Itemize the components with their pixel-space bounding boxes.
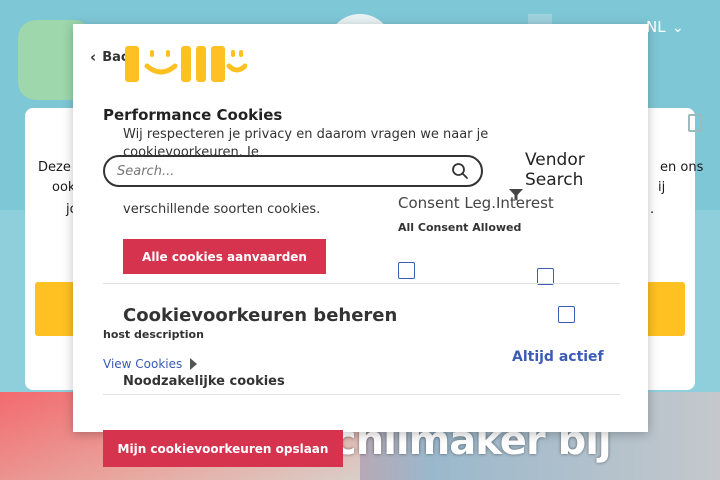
chevron-left-icon: ‹ [90,48,97,66]
search-input[interactable] [117,163,451,179]
host-description: host description [103,328,204,341]
brand-logo [125,46,247,82]
accept-all-button[interactable]: Alle cookies aanvaarden [123,239,326,274]
save-preferences-button[interactable]: Mijn cookievoorkeuren opslaan [103,430,343,467]
caret-right-icon [190,358,198,370]
document-icon [688,114,702,132]
card-text: . [650,202,655,217]
card-text: en ons [660,160,704,175]
cookie-preferences-modal: ‹ Back Performance Cookies Wij respecter… [73,24,648,432]
manage-preferences-title: Cookievoorkeuren beheren [123,305,398,326]
language-selector: NL [646,18,666,36]
card-text: ook [52,180,76,195]
necessary-cookies-title[interactable]: Noodzakelijke cookies [123,374,285,389]
view-cookies-link[interactable]: View Cookies [103,357,198,371]
cta-banner-right [646,282,685,336]
divider [103,394,620,395]
vendor-search-box[interactable] [103,155,483,187]
always-active-label: Altijd actief [512,349,604,365]
consent-checkbox[interactable] [398,262,415,279]
consent-header: Consent Leg.Interest [398,194,554,212]
search-icon[interactable] [451,162,469,180]
all-consent-label: All Consent Allowed [398,221,522,234]
intro-text-end: verschillende soorten cookies. [123,202,321,217]
cta-banner-left [35,282,75,336]
view-cookies-label: View Cookies [103,357,183,371]
vendor-search-label: Vendor Search [525,150,585,190]
divider [103,283,620,284]
performance-cookies-title: Performance Cookies [103,106,283,124]
chevron-down-icon: ⌄ [672,20,684,36]
card-text: ij [658,180,666,195]
consent-checkbox[interactable] [558,306,575,323]
